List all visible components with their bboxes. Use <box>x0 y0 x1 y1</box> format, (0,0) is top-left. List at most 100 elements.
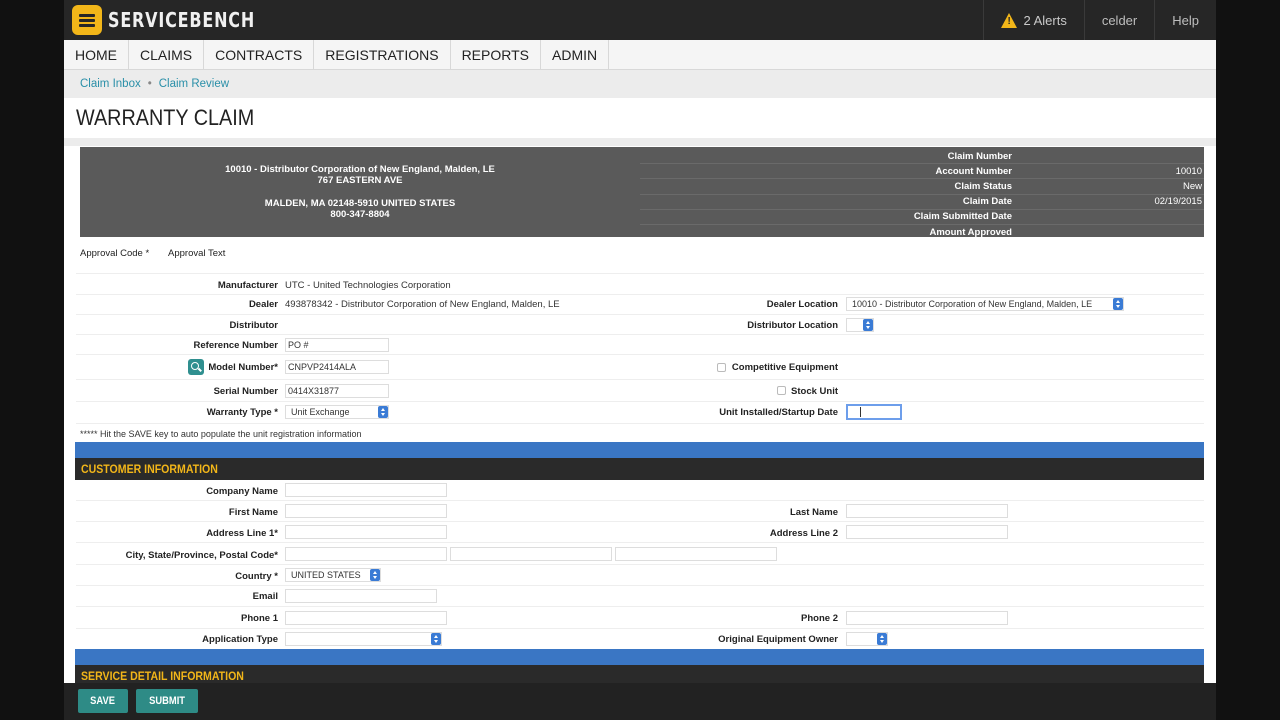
email-input[interactable] <box>285 589 437 603</box>
country-row: Country * UNITED STATES <box>76 565 1204 586</box>
nav-home[interactable]: HOME <box>64 40 129 70</box>
distributor-row: Distributor Distributor Location <box>76 315 1204 335</box>
manufacturer-label: Manufacturer <box>217 280 278 291</box>
last-name-label: Last Name <box>789 507 838 518</box>
dealer-label: Dealer <box>248 299 278 310</box>
claim-status-label: Claim Status <box>954 180 1012 192</box>
email-label: Email <box>252 591 278 602</box>
distributor-location-label: Distributor Location <box>747 320 838 331</box>
state-input[interactable] <box>450 547 612 561</box>
model-row: Model Number* CNPVP2414ALA Competitive E… <box>76 355 1204 380</box>
save-note: ***** Hit the SAVE key to auto populate … <box>80 429 362 439</box>
section-divider <box>75 442 1204 458</box>
page-title: WARRANTY CLAIM <box>76 105 255 130</box>
company-row: Company Name <box>76 480 1204 501</box>
email-row: Email <box>76 586 1204 607</box>
approval-row: Approval Code * Approval Text <box>76 242 1204 274</box>
approval-code-label: Approval Code * <box>80 248 150 259</box>
dealer-location-label: Dealer Location <box>766 299 838 310</box>
city-row: City, State/Province, Postal Code* <box>76 543 1204 565</box>
spacer-band <box>64 138 1216 146</box>
dealer-address: 10010 - Distributor Corporation of New E… <box>80 147 640 237</box>
serial-number-input[interactable]: 0414X31877 <box>285 384 389 398</box>
service-section-title: SERVICE DETAIL INFORMATION <box>81 669 244 683</box>
country-select[interactable]: UNITED STATES <box>285 568 381 582</box>
company-name-label: Company Name <box>206 486 278 497</box>
unit-installed-date-input[interactable] <box>846 404 902 420</box>
dealer-value: 493878342 - Distributor Corporation of N… <box>285 299 560 310</box>
user-menu[interactable]: celder <box>1083 0 1154 40</box>
address-row: Address Line 1* Address Line 2 <box>76 522 1204 543</box>
claim-summary: Claim Number Account Number 10010 Claim S… <box>640 149 1204 240</box>
reference-row: Reference Number PO # <box>76 335 1204 355</box>
breadcrumb: Claim Inbox • Claim Review <box>64 70 1216 98</box>
service-section-header: SERVICE DETAIL INFORMATION <box>75 665 1204 683</box>
servicebench-logo[interactable]: SERVICEBENCH <box>72 5 292 35</box>
phone-1-input[interactable] <box>285 611 447 625</box>
serial-row: Serial Number 0414X31877 Stock Unit <box>76 380 1204 402</box>
alerts-link[interactable]: 2 Alerts <box>983 0 1083 40</box>
breadcrumb-claim-inbox[interactable]: Claim Inbox <box>80 78 141 90</box>
select-arrow-icon <box>378 406 388 418</box>
breadcrumb-separator: • <box>147 78 152 90</box>
postal-code-input[interactable] <box>615 547 777 561</box>
alerts-label: 2 Alerts <box>1023 12 1067 28</box>
warranty-row: Warranty Type * Unit Exchange Unit Insta… <box>76 402 1204 424</box>
help-link[interactable]: Help <box>1154 0 1216 40</box>
text-cursor-icon <box>860 407 861 417</box>
customer-section-title: CUSTOMER INFORMATION <box>81 462 218 476</box>
approval-text-label: Approval Text <box>168 248 226 259</box>
company-name-input[interactable] <box>285 483 447 497</box>
select-arrow-icon <box>370 569 380 581</box>
claim-header: 10010 - Distributor Corporation of New E… <box>80 147 1204 240</box>
main-nav: HOME CLAIMS CONTRACTS REGISTRATIONS REPO… <box>64 40 1216 70</box>
model-number-label: Model Number* <box>208 362 278 373</box>
address-line-1-input[interactable] <box>285 525 447 539</box>
nav-reports[interactable]: REPORTS <box>451 40 541 70</box>
select-arrow-icon <box>431 633 441 645</box>
claim-date-value: 02/19/2015 <box>1154 196 1202 208</box>
claim-number-label: Claim Number <box>947 150 1012 162</box>
distributor-location-select[interactable] <box>846 318 874 332</box>
manufacturer-value: UTC - United Technologies Corporation <box>285 280 451 291</box>
claim-status-value: New <box>1182 180 1202 192</box>
section-divider <box>75 649 1204 665</box>
breadcrumb-claim-review[interactable]: Claim Review <box>159 78 229 90</box>
first-name-label: First Name <box>228 507 278 518</box>
warranty-type-value: Unit Exchange <box>291 407 350 417</box>
nav-admin[interactable]: ADMIN <box>541 40 610 70</box>
submit-button[interactable]: SUBMIT <box>136 689 198 713</box>
last-name-input[interactable] <box>846 504 1008 518</box>
account-number-value: 10010 <box>1175 165 1202 177</box>
select-arrow-icon <box>877 633 887 645</box>
nav-registrations[interactable]: REGISTRATIONS <box>314 40 451 70</box>
logo-icon <box>72 5 102 35</box>
first-name-input[interactable] <box>285 504 447 518</box>
address-line-2-input[interactable] <box>846 525 1008 539</box>
account-number-label: Account Number <box>935 165 1012 177</box>
application-row: Application Type Original Equipment Owne… <box>76 629 1204 649</box>
amount-approved-label: Amount Approved <box>929 227 1012 239</box>
application-type-select[interactable] <box>285 632 442 646</box>
warranty-type-select[interactable]: Unit Exchange <box>285 405 389 419</box>
submitted-date-label: Claim Submitted Date <box>913 211 1012 223</box>
save-button[interactable]: SAVE <box>78 689 128 713</box>
original-equipment-owner-select[interactable] <box>846 632 888 646</box>
save-button-label: SAVE <box>90 695 116 707</box>
phone-2-input[interactable] <box>846 611 1008 625</box>
nav-claims[interactable]: CLAIMS <box>129 40 205 70</box>
customer-section-header: CUSTOMER INFORMATION <box>75 458 1204 480</box>
model-number-input[interactable]: CNPVP2414ALA <box>285 360 389 374</box>
address-line-2-label: Address Line 2 <box>769 528 838 539</box>
dealer-location-value: 10010 - Distributor Corporation of New E… <box>852 299 1093 309</box>
phone-1-label: Phone 1 <box>241 613 278 624</box>
dealer-location-select[interactable]: 10010 - Distributor Corporation of New E… <box>846 297 1124 311</box>
serial-number-label: Serial Number <box>213 386 278 397</box>
claim-date-label: Claim Date <box>962 196 1012 208</box>
reference-label: Reference Number <box>193 340 278 351</box>
city-input[interactable] <box>285 547 447 561</box>
original-equipment-owner-label: Original Equipment Owner <box>718 634 838 645</box>
nav-contracts[interactable]: CONTRACTS <box>204 40 315 70</box>
address-line-1-label: Address Line 1* <box>206 528 278 539</box>
reference-number-input[interactable]: PO # <box>285 338 389 352</box>
